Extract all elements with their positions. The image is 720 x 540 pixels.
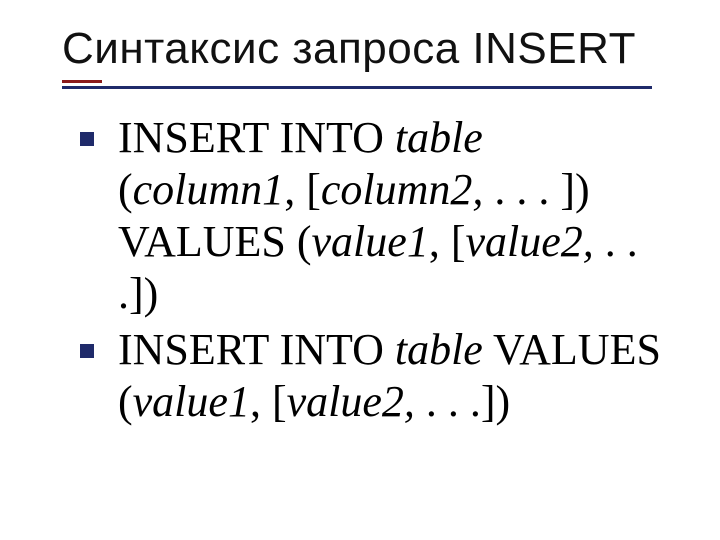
text-plain: INSERT INTO [118,325,395,374]
slide-title: Синтаксис запроса INSERT [62,24,672,74]
title-rule [62,80,672,94]
text-italic: table [395,325,483,374]
bullet-list: INSERT INTO table (column1, [column2, . … [80,112,662,427]
text-plain: . . .]) [426,377,510,426]
slide-body: INSERT INTO table (column1, [column2, . … [62,112,672,427]
text-plain: , [ [250,377,287,426]
text-italic: value1 [133,377,250,426]
list-item: INSERT INTO table VALUES (value1, [value… [80,324,662,428]
text-italic: value2, [287,377,426,426]
text-italic: value2, [465,217,604,266]
text-plain: , [ [429,217,466,266]
text-italic: table [395,113,483,162]
bullet-icon [80,344,94,358]
text-italic: value1 [312,217,429,266]
rule-accent [62,80,102,83]
list-item: INSERT INTO table (column1, [column2, . … [80,112,662,320]
text-plain: ( [118,165,133,214]
bullet-icon [80,132,94,146]
text-plain: , [ [284,165,321,214]
rule-main [62,86,652,89]
text-italic: column2, [321,165,495,214]
text-plain: INSERT INTO [118,113,395,162]
slide: Синтаксис запроса INSERT INSERT INTO tab… [0,0,720,540]
text-italic: column1 [133,165,285,214]
